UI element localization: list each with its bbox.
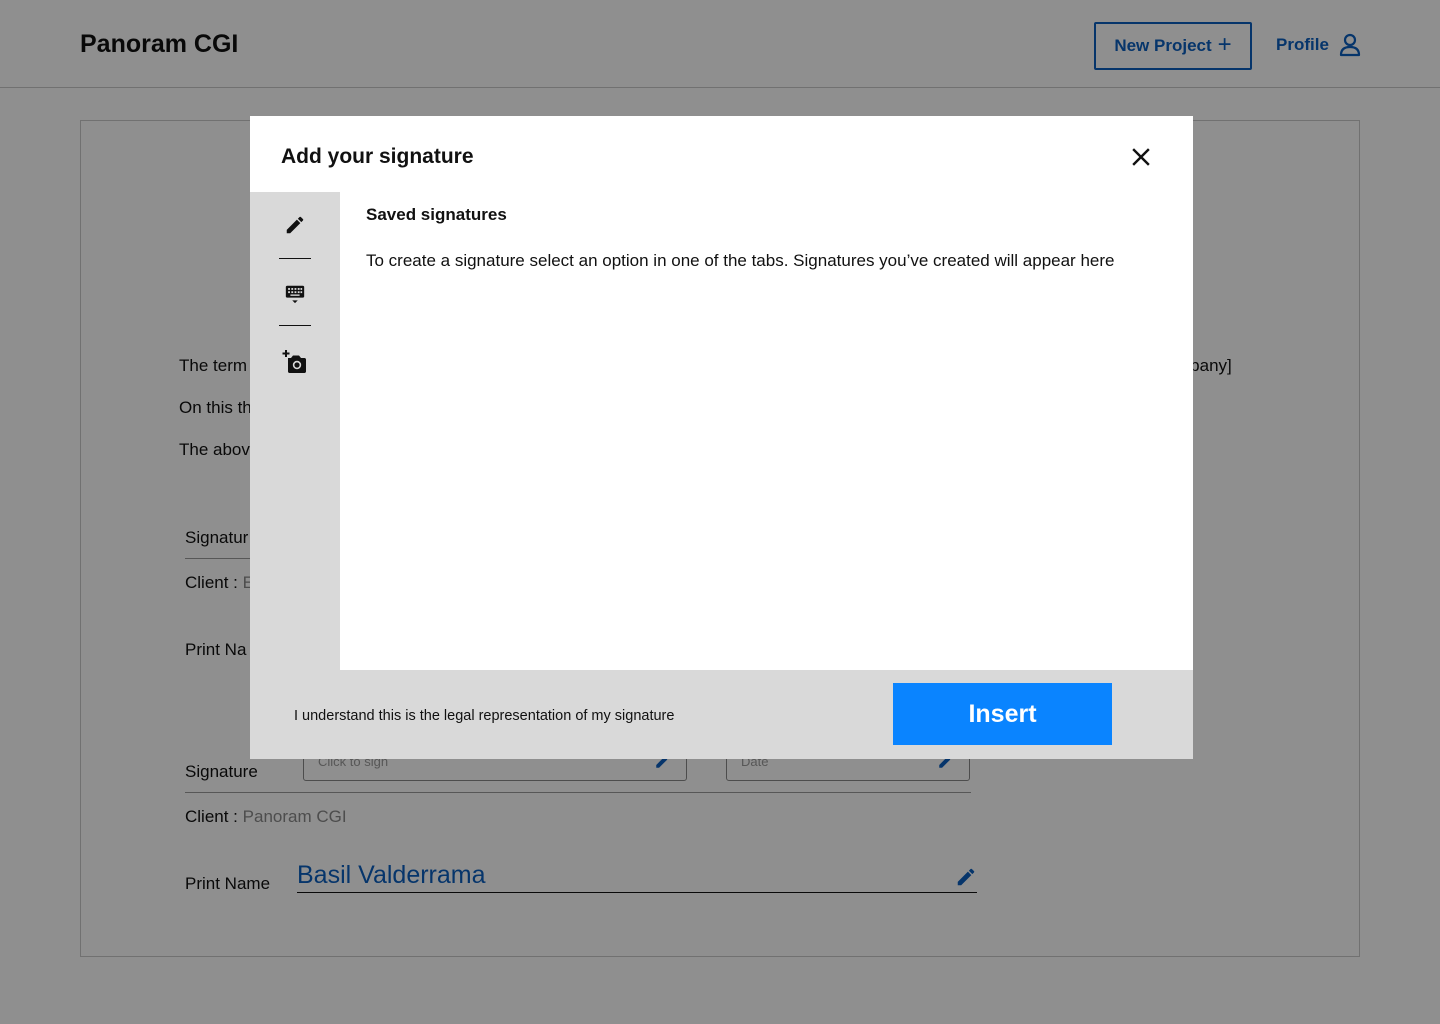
legal-notice: I understand this is the legal represent… <box>294 708 675 724</box>
add-photo-icon <box>282 350 306 373</box>
close-button[interactable] <box>1126 142 1156 172</box>
signature-modal: Add your signature Saved signatures To c… <box>250 116 1193 759</box>
tab-draw[interactable] <box>279 209 311 241</box>
tab-divider <box>279 258 311 259</box>
insert-button[interactable]: Insert <box>893 683 1112 745</box>
saved-signatures-title: Saved signatures <box>366 205 507 224</box>
keyboard-icon <box>285 285 305 304</box>
modal-title: Add your signature <box>281 145 474 168</box>
pencil-icon <box>286 216 304 234</box>
signature-tab-rail <box>250 192 340 670</box>
tab-divider <box>279 325 311 326</box>
tab-type[interactable] <box>279 278 311 310</box>
saved-signatures-panel: Saved signatures To create a signature s… <box>340 192 1193 670</box>
tab-upload[interactable] <box>279 346 311 378</box>
saved-signatures-description: To create a signature select an option i… <box>366 251 1115 270</box>
close-icon <box>1132 148 1150 166</box>
modal-footer: I understand this is the legal represent… <box>250 670 1193 759</box>
